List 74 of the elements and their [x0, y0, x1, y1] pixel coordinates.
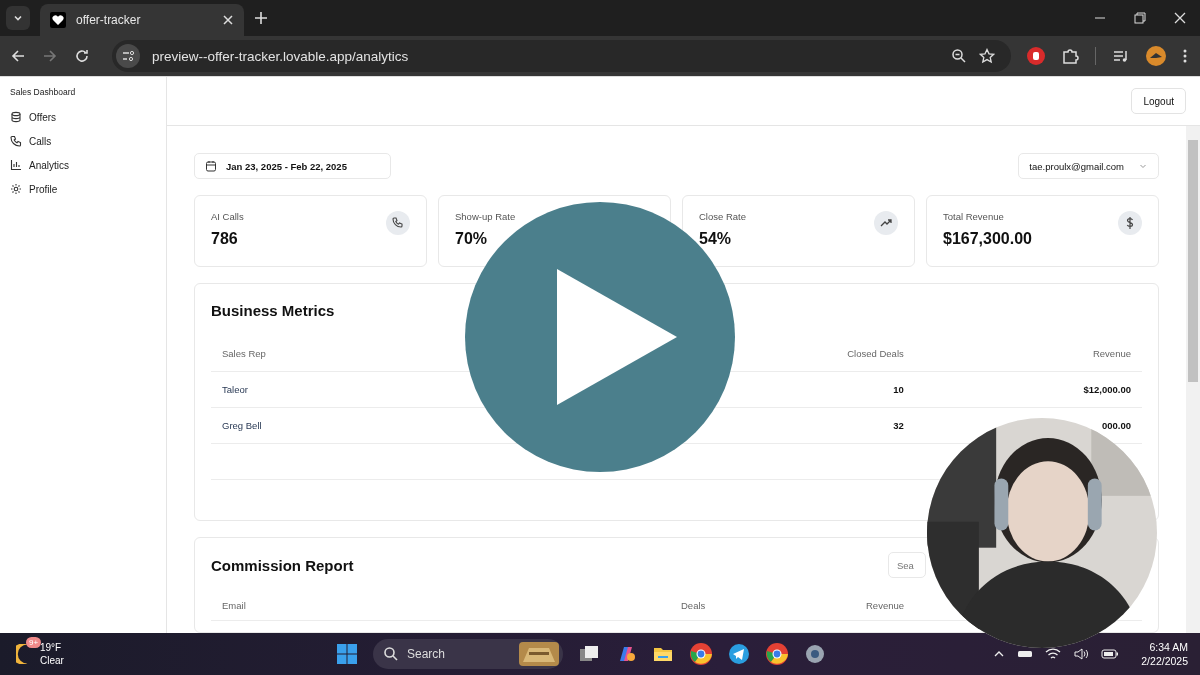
column-header: Revenue — [1091, 348, 1131, 359]
star-icon[interactable] — [979, 48, 995, 64]
column-header: Revenue — [866, 599, 906, 611]
close-icon[interactable] — [222, 14, 234, 26]
card-title: Commission Report — [211, 555, 354, 576]
table-cell-text: Greg Bell — [222, 420, 263, 431]
forward-icon[interactable] — [42, 48, 58, 64]
logout-button[interactable]: Logout — [1131, 88, 1186, 114]
battery-icon[interactable] — [1101, 648, 1120, 660]
card-title: Business Metrics — [211, 300, 336, 321]
column-header: Deals — [681, 599, 707, 611]
sidebar-title: Sales Dashboard — [10, 87, 77, 97]
stat-label: AI Calls — [211, 211, 244, 222]
table-cell-text: 10 — [892, 384, 904, 395]
dollar-icon — [1118, 211, 1142, 235]
moon-icon — [16, 644, 28, 664]
device-icon[interactable] — [1017, 649, 1034, 659]
close-icon[interactable] — [1174, 12, 1186, 24]
clock[interactable]: 6:34 AM 2/22/2025 — [1141, 640, 1188, 668]
settings-icon[interactable] — [804, 643, 826, 665]
temperature: 19°F — [40, 641, 63, 654]
stat-label: Close Rate — [699, 211, 746, 222]
table-cell-text: $12,000.00 — [1082, 384, 1131, 395]
stat-value: 786 — [211, 230, 239, 248]
column-header: Closed Deals — [846, 348, 904, 359]
notification-badge: 9+ — [26, 637, 42, 648]
column-header: Email — [222, 599, 247, 611]
phone-icon — [10, 135, 22, 147]
restore-icon[interactable] — [1134, 12, 1146, 24]
heart-icon — [50, 12, 66, 28]
search-icon — [383, 646, 399, 662]
wifi-icon[interactable] — [1045, 647, 1062, 661]
bar-chart-icon — [10, 159, 22, 171]
puzzle-icon[interactable] — [1061, 47, 1079, 65]
stat-value: $167,300.00 — [943, 230, 1032, 248]
account-select[interactable]: tae.proulx@gmail.com — [1018, 153, 1159, 179]
back-icon[interactable] — [10, 48, 26, 64]
column-header: Sales Rep — [222, 348, 267, 359]
database-icon — [10, 111, 22, 123]
sidebar-item[interactable]: Calls — [10, 129, 166, 153]
site-settings-icon[interactable] — [116, 44, 140, 68]
sidebar-item[interactable]: Profile — [10, 177, 166, 201]
chrome-icon[interactable] — [689, 642, 713, 666]
more-icon[interactable] — [1182, 48, 1188, 64]
avatar-icon[interactable] — [1146, 46, 1166, 66]
taskbar-search[interactable]: Search — [373, 639, 563, 669]
phone-icon — [386, 211, 410, 235]
scrollbar[interactable] — [1186, 126, 1200, 633]
stop-sign-icon[interactable] — [1027, 47, 1045, 65]
browser-tab[interactable]: offer-tracker — [40, 4, 244, 36]
reload-icon[interactable] — [74, 48, 90, 64]
stat-value: 70% — [455, 230, 489, 248]
table-cell-text: Taleor — [222, 384, 249, 395]
address-bar[interactable]: preview--offer-tracker.lovable.app/analytics — [112, 40, 1011, 72]
date-range-picker[interactable]: Jan 23, 2025 - Feb 22, 2025 — [194, 153, 391, 179]
telegram-icon[interactable] — [728, 643, 750, 665]
weather-condition: Clear — [40, 654, 64, 667]
chrome-icon[interactable] — [765, 642, 789, 666]
settings-icon — [10, 183, 22, 195]
search-field[interactable]: Sea — [888, 552, 926, 578]
trend-up-icon — [874, 211, 898, 235]
calendar-icon — [205, 160, 217, 172]
sidebar-item[interactable]: Analytics — [10, 153, 166, 177]
stat-value: 54% — [699, 230, 733, 248]
zoom-out-icon[interactable] — [951, 48, 967, 64]
table-cell-text: 32 — [892, 420, 904, 431]
stat-label: Total Revenue — [943, 211, 1005, 222]
stat-label: Show-up Rate — [455, 211, 516, 222]
sidebar-item[interactable]: Offers — [10, 105, 166, 129]
new-tab-icon[interactable] — [254, 11, 268, 25]
volume-icon[interactable] — [1073, 647, 1090, 661]
table-cell-text: 000.00 — [1100, 420, 1131, 431]
tab-list-button[interactable] — [6, 6, 30, 30]
windows-start-icon[interactable] — [336, 643, 358, 665]
